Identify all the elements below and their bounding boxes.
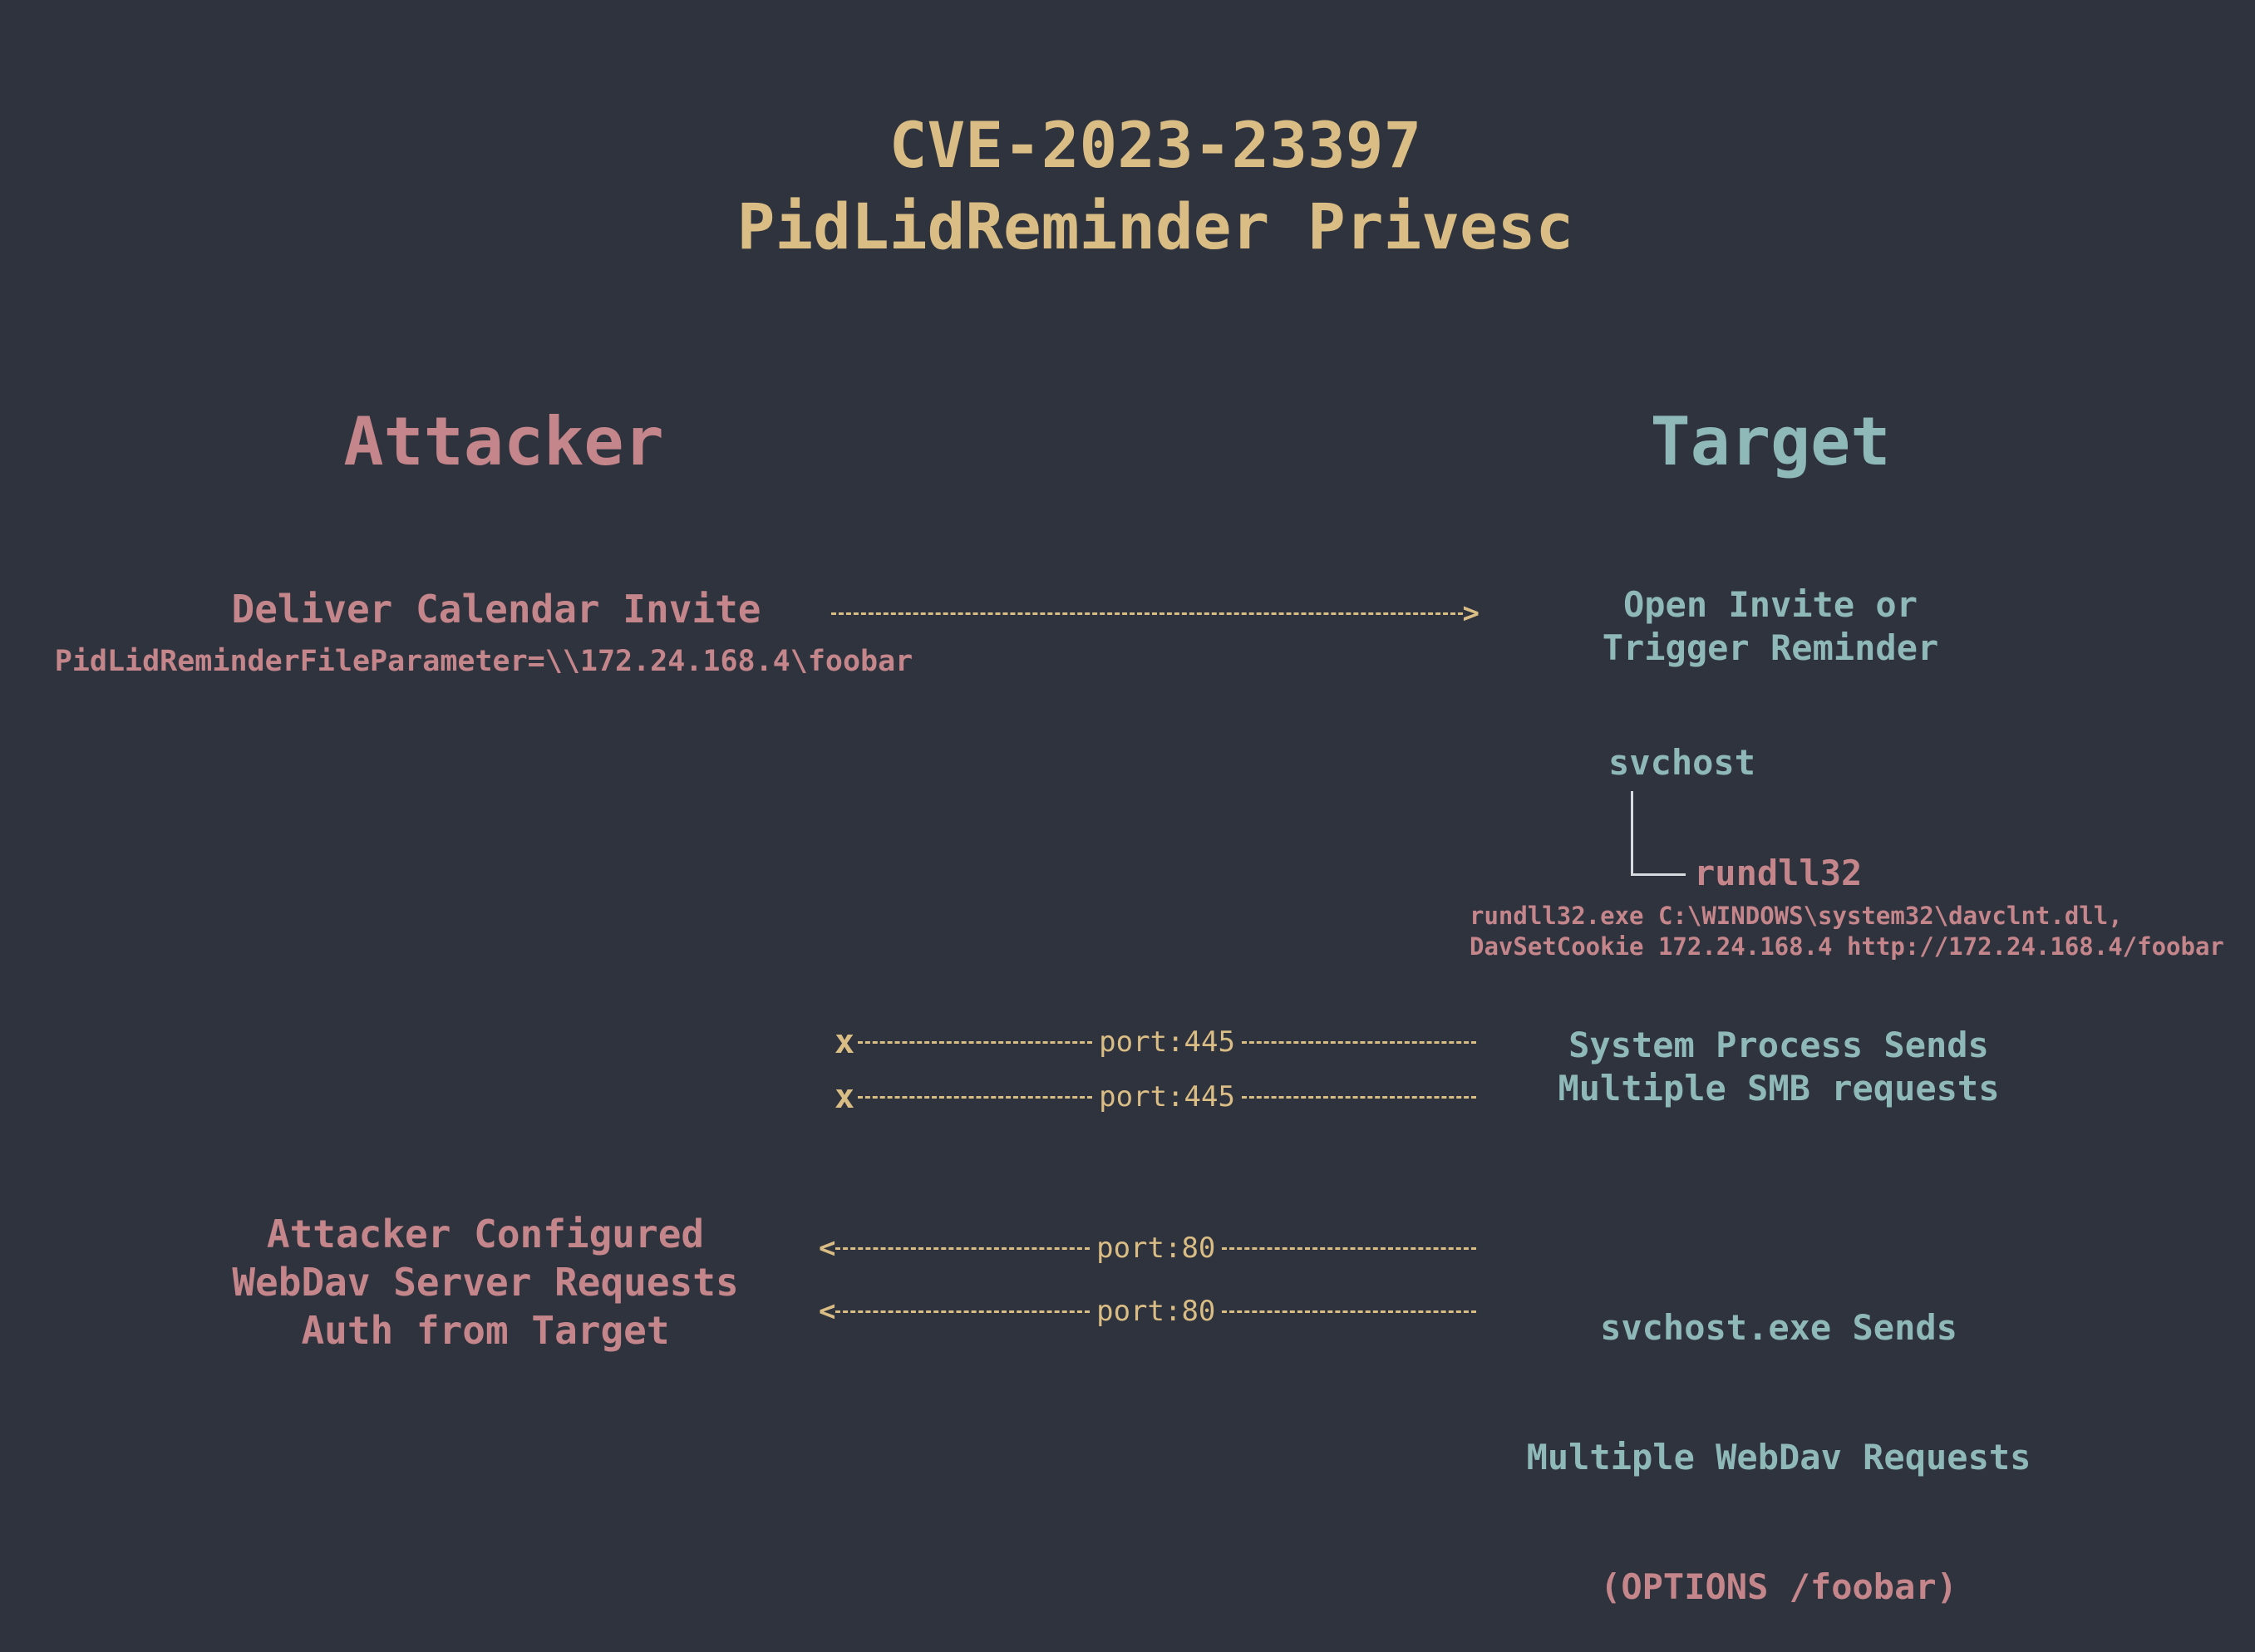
smb-arrow-2-line-left: [858, 1095, 1093, 1099]
webdav-arrow-1-line-left: [835, 1246, 1091, 1250]
target-heading: Target: [1650, 403, 1891, 480]
svchost-process: svchost: [1608, 742, 1756, 783]
webdav-arrow-2-head: <: [819, 1295, 836, 1328]
webdav-arrow-2-line-right: [1222, 1310, 1476, 1313]
attacker-heading: Attacker: [343, 403, 664, 480]
webdav-arrow-2-line-left: [835, 1310, 1091, 1313]
process-tree-connector: [1631, 791, 1686, 876]
deliver-arrow: >: [831, 595, 1480, 632]
webdav-arrow-1-head: <: [819, 1232, 836, 1265]
webdav-arrow-2: < port:80: [819, 1293, 1476, 1330]
webdav-arrow-1-label: port:80: [1096, 1232, 1216, 1265]
open-invite-label: Open Invite or Trigger Reminder: [1602, 584, 1939, 668]
rundll32-command-line: rundll32.exe C:\WINDOWS\system32\davclnt…: [1470, 902, 2224, 961]
smb-arrow-2: x port:445: [835, 1078, 1477, 1116]
blocked-x-icon: x: [835, 1078, 855, 1116]
deliver-arrow-line: [831, 612, 1463, 615]
webdav-arrow-1: < port:80: [819, 1230, 1476, 1266]
webdav-arrow-2-label: port:80: [1096, 1295, 1216, 1328]
target-webdav-line-1: svchost.exe Sends: [1600, 1307, 1957, 1348]
smb-arrow-1: x port:445: [835, 1023, 1477, 1061]
target-webdav-line-3: (OPTIONS /foobar): [1600, 1566, 1957, 1607]
smb-arrow-1-line-right: [1241, 1040, 1477, 1044]
webdav-arrow-1-line-right: [1222, 1246, 1476, 1250]
target-webdav-line-2: Multiple WebDav Requests: [1526, 1437, 2031, 1477]
smb-arrow-2-label: port:445: [1099, 1080, 1235, 1114]
smb-arrow-1-line-left: [858, 1040, 1093, 1044]
rundll32-process: rundll32: [1694, 853, 1863, 893]
title-line-1: CVE-2023-23397: [889, 108, 1422, 182]
blocked-x-icon: x: [835, 1023, 855, 1061]
smb-arrow-1-label: port:445: [1099, 1025, 1235, 1059]
target-webdav-label: svchost.exe Sends Multiple WebDav Reques…: [1446, 1220, 2111, 1652]
smb-requests-label: System Process Sends Multiple SMB reques…: [1558, 1025, 2000, 1109]
smb-arrow-2-line-right: [1241, 1095, 1477, 1099]
reminder-file-parameter: PidLidReminderFileParameter=\\172.24.168…: [54, 645, 913, 678]
title-line-2: PidLidReminder Privesc: [736, 189, 1574, 263]
